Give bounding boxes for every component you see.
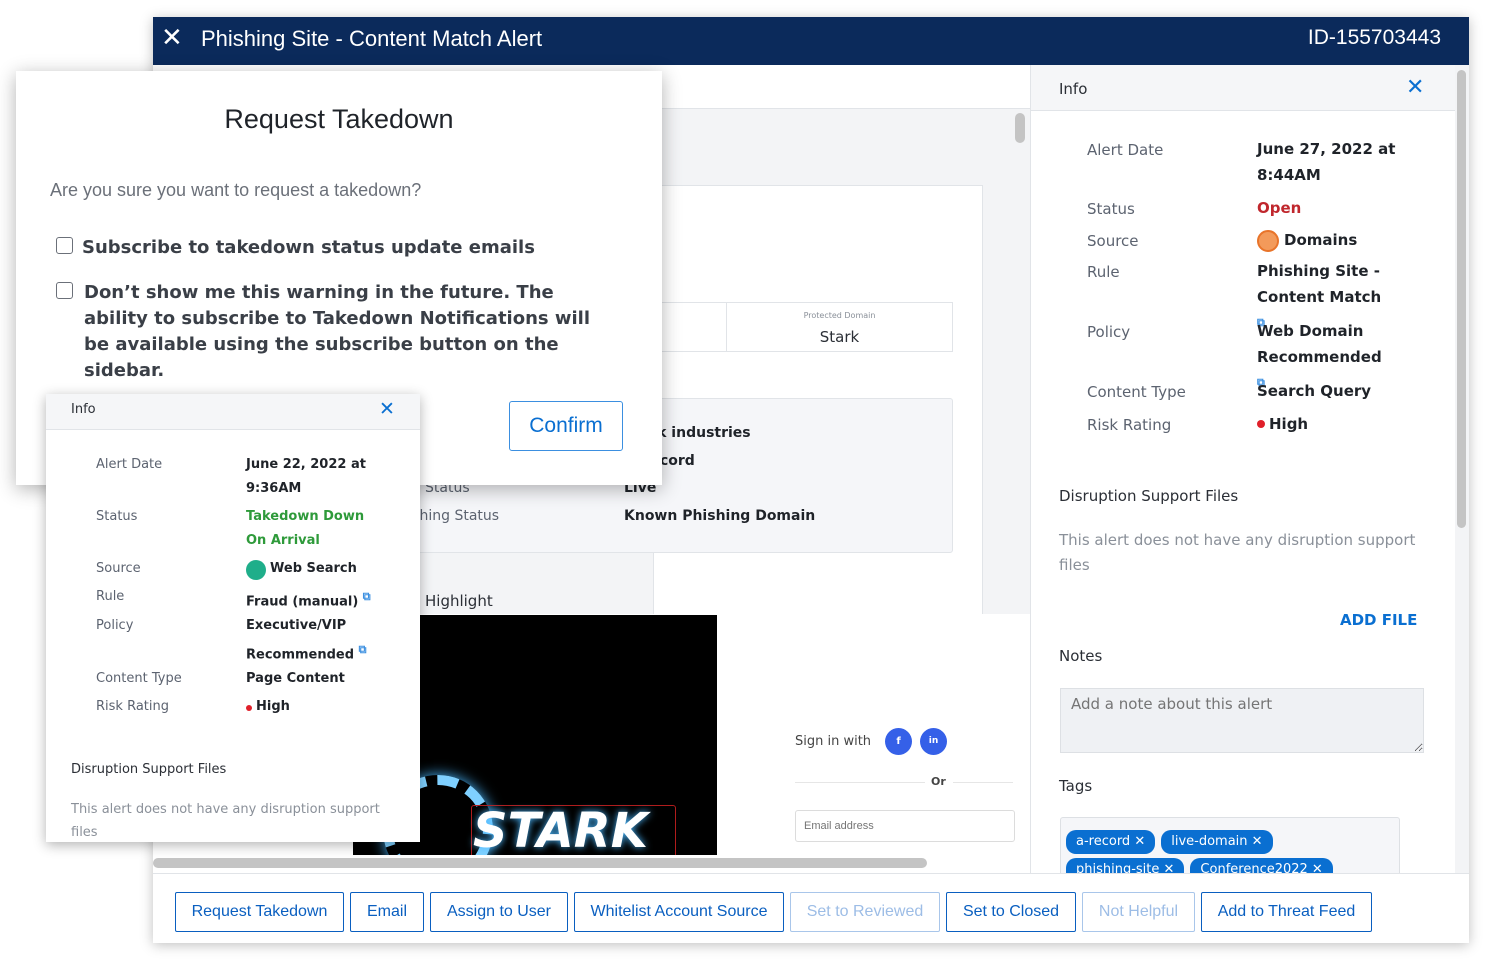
small-info-title: Info [71,402,96,417]
modal-question: Are you sure you want to request a taked… [50,180,422,200]
status-value: Open [1257,199,1302,217]
field-label: Policy [96,618,134,633]
facebook-button[interactable]: f [885,728,912,755]
confirm-button[interactable]: Confirm [509,401,623,451]
set-to-closed-button[interactable]: Set to Closed [946,892,1076,932]
add-file-button[interactable]: ADD FILE [1340,611,1417,629]
not-helpful-button[interactable]: Not Helpful [1082,892,1195,932]
subscribe-label: Subscribe to takedown status update emai… [82,237,535,258]
external-link-icon[interactable]: ⧉ [359,643,367,656]
source-value: Web Search [270,561,357,576]
risk-dot-icon [1257,420,1265,428]
alert-id: ID-155703443 [1307,26,1441,49]
tag[interactable]: phishing-site ✕ [1066,858,1185,873]
small-info-panel: Info ✕ Alert Date June 22, 2022 at 9:36A… [46,394,420,842]
title-bar: ✕ Phishing Site - Content Match Alert ID… [153,17,1469,65]
assign-to-user-button[interactable]: Assign to User [430,892,568,932]
disruption-text: This alert does not have any disruption … [71,802,380,840]
whitelist-account-source-button[interactable]: Whitelist Account Source [574,892,784,932]
close-small-info-icon[interactable]: ✕ [379,398,395,420]
vertical-scrollbar[interactable] [1015,113,1025,143]
or-label: Or [931,775,946,788]
content-type-value: Page Content [246,671,345,686]
protected-domain-value: Stark [819,328,860,346]
detail-value: Known Phishing Domain [624,508,816,524]
alert-date-value: June 22, 2022 at 9:36AM [246,457,366,496]
tags-title: Tags [1059,777,1093,795]
window-title: Phishing Site - Content Match Alert [201,26,543,51]
notes-input[interactable] [1060,688,1424,753]
close-icon[interactable]: ✕ [161,23,183,53]
action-bar: Request Takedown Email Assign to User Wh… [153,873,1469,943]
add-to-threat-feed-button[interactable]: Add to Threat Feed [1201,892,1372,932]
disruption-title: Disruption Support Files [1059,487,1239,505]
field-label: Risk Rating [96,699,169,714]
field-label: Content Type [96,671,182,686]
modal-title: Request Takedown [224,104,454,134]
domains-icon [1257,230,1279,252]
dont-show-label: Don’t show me this warning in the future… [84,282,591,381]
close-info-icon[interactable]: ✕ [1406,75,1424,100]
risk-value: High [256,699,290,714]
tag[interactable]: Conference2022 ✕ [1190,858,1333,873]
info-panel: Info ✕ Alert Date June 27, 2022 at 8:44A… [1030,65,1455,873]
dont-show-checkbox[interactable] [56,282,73,299]
field-label: Source [96,561,141,576]
alert-date-value: June 27, 2022 at 8:44AM [1257,140,1396,184]
field-label: Policy [1087,323,1131,341]
status-value: Takedown Down On Arrival [246,509,365,548]
subscribe-checkbox[interactable] [56,237,73,254]
info-panel-scrollbar[interactable] [1457,70,1466,528]
field-label: Status [96,509,138,524]
disruption-text: This alert does not have any disruption … [1059,531,1416,574]
linkedin-button[interactable]: in [920,728,947,755]
risk-value: High [1269,415,1309,433]
policy-link[interactable]: Web Domain Recommended [1257,322,1382,366]
field-label: Content Type [1087,383,1186,401]
tags-box[interactable]: a-record ✕ live-domain ✕ phishing-site ✕ Co… [1060,817,1400,873]
web-search-icon [246,560,266,580]
highlight-label: Highlight [425,592,493,610]
risk-dot-icon [246,705,252,711]
request-takedown-button[interactable]: Request Takedown [175,892,344,932]
field-label: Risk Rating [1087,416,1172,434]
disruption-title: Disruption Support Files [71,762,227,777]
rule-link[interactable]: Phishing Site - Content Match [1257,262,1381,306]
tag[interactable]: live-domain ✕ [1161,830,1273,854]
notes-title: Notes [1059,647,1103,665]
field-label: Rule [96,589,125,604]
horizontal-scrollbar[interactable] [153,858,927,868]
field-label: Status [1087,200,1135,218]
policy-link[interactable]: Executive/VIP Recommended [246,618,354,662]
tag[interactable]: a-record ✕ [1066,830,1156,854]
field-label: Alert Date [1087,141,1164,159]
content-type-value: Search Query [1257,382,1372,400]
info-panel-title: Info [1059,80,1088,98]
image-text: STARK [473,803,648,855]
set-to-reviewed-button[interactable]: Set to Reviewed [790,892,940,932]
sign-in-label: Sign in with [795,734,872,749]
field-label: Source [1087,232,1139,250]
field-label: Rule [1087,263,1120,281]
source-value: Domains [1284,231,1358,249]
field-label: Alert Date [96,457,163,472]
rule-link[interactable]: Fraud (manual) [246,594,358,609]
external-link-icon[interactable]: ⧉ [363,590,371,603]
email-input[interactable] [795,810,1015,842]
email-button[interactable]: Email [350,892,424,932]
protected-domain-label: Protected Domain [803,311,876,320]
